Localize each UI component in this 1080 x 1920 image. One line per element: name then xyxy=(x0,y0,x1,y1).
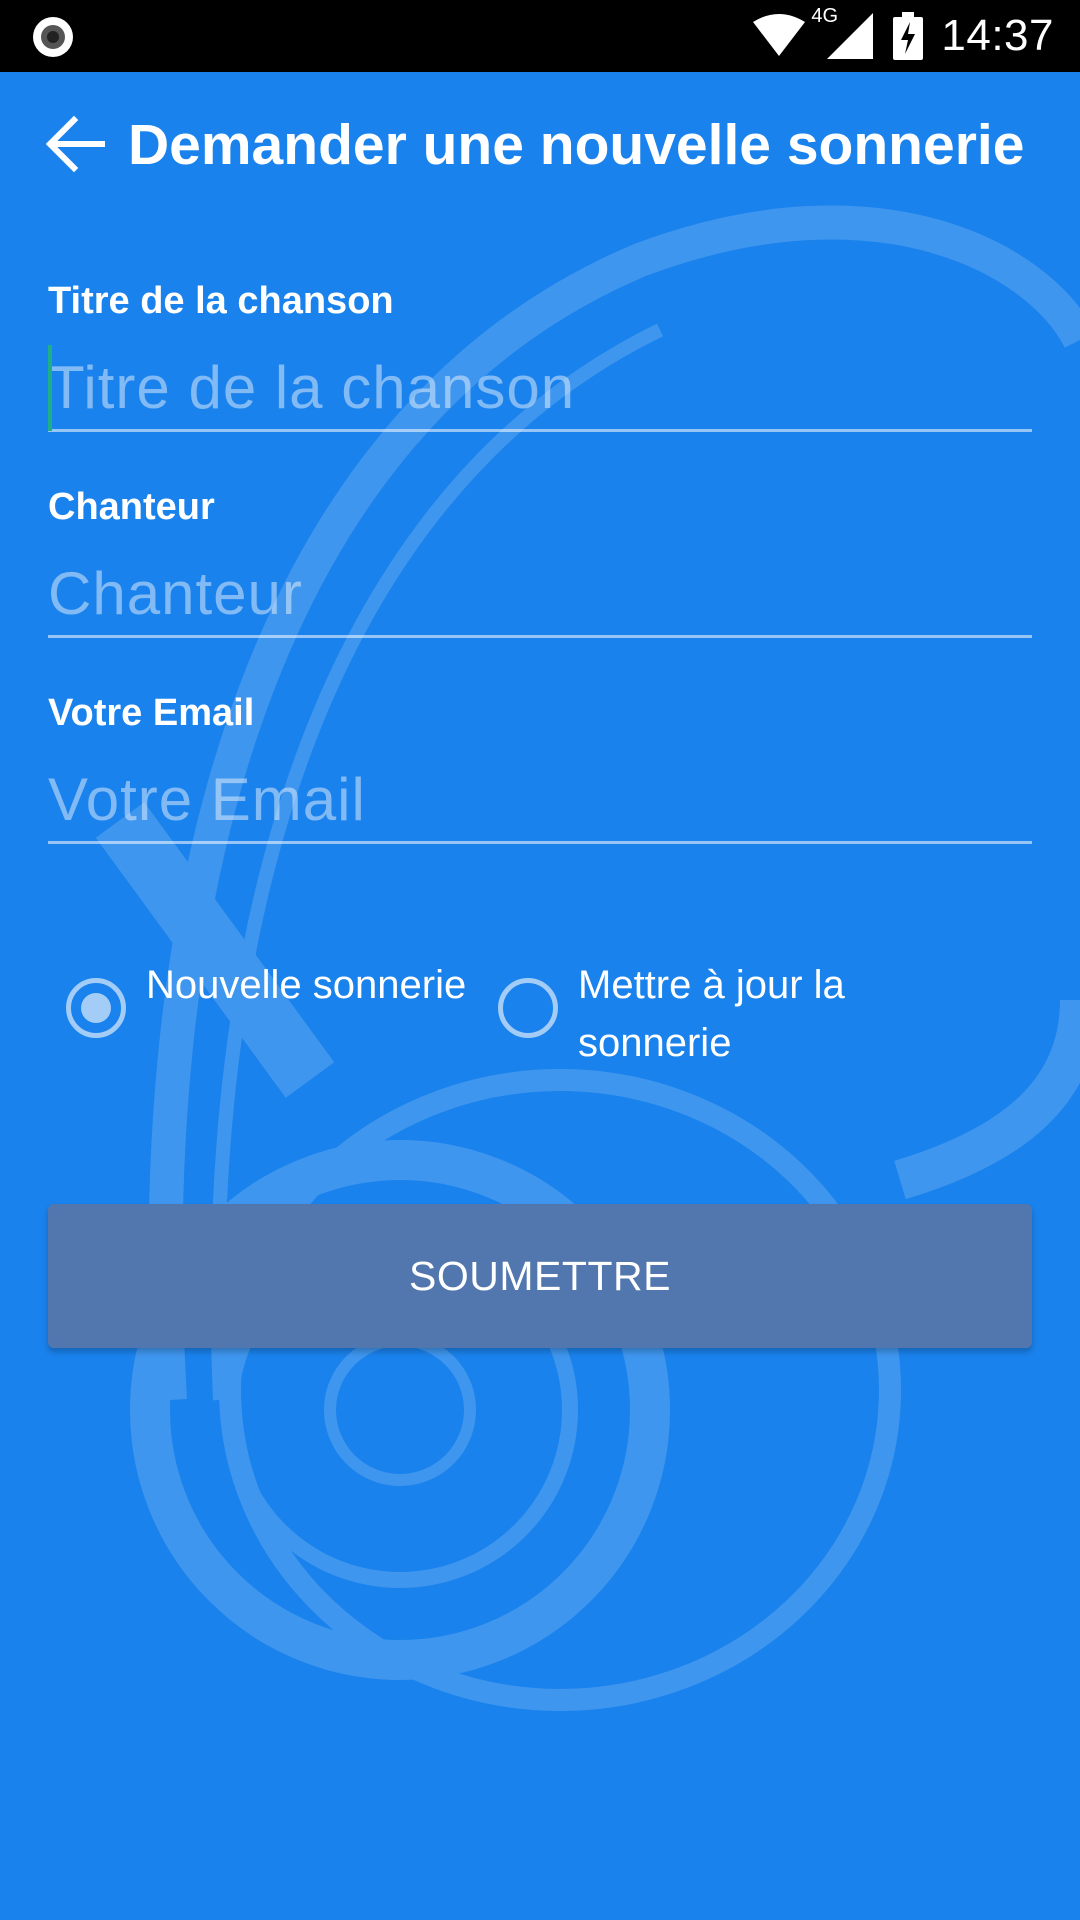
status-time: 14:37 xyxy=(941,11,1054,60)
singer-label: Chanteur xyxy=(48,486,215,528)
status-bar: 4G 14:37 xyxy=(0,0,1080,72)
app-bar: Demander une nouvelle sonnerie xyxy=(0,72,1080,214)
text-cursor xyxy=(48,345,52,431)
email-label: Votre Email xyxy=(48,692,255,734)
email-input[interactable] xyxy=(48,758,1032,844)
radio-option-new-ringtone[interactable]: Nouvelle sonnerie xyxy=(66,956,486,1038)
singer-input[interactable] xyxy=(48,552,1032,638)
arrow-left-icon xyxy=(46,115,105,173)
song-title-label: Titre de la chanson xyxy=(48,280,394,322)
page-title: Demander une nouvelle sonnerie xyxy=(128,113,1025,177)
request-type-radio-group: Nouvelle sonnerie Mettre à jour la sonne… xyxy=(0,956,1080,1086)
status-icons: 4G 14:37 xyxy=(751,0,1054,72)
cell-signal-indicator: 4G xyxy=(811,5,875,61)
radio-option-update-ringtone[interactable]: Mettre à jour la sonnerie xyxy=(498,956,938,1072)
wifi-icon xyxy=(753,14,806,56)
request-ringtone-screen: 4G 14:37 Demander une nouvelle sonnerie … xyxy=(0,0,1080,1920)
back-button[interactable] xyxy=(40,108,112,180)
radio-unchecked-icon[interactable] xyxy=(498,978,558,1038)
cell-signal-icon xyxy=(827,13,874,59)
radio-label-new-ringtone: Nouvelle sonnerie xyxy=(146,963,467,1007)
radio-label-update-ringtone: Mettre à jour la sonnerie xyxy=(578,963,845,1065)
radio-checked-icon[interactable] xyxy=(66,978,126,1038)
submit-button[interactable]: SOUMETTRE xyxy=(48,1204,1032,1348)
battery-charging-icon xyxy=(893,12,924,60)
song-title-input[interactable] xyxy=(48,346,1032,432)
screen-record-icon xyxy=(33,17,73,57)
